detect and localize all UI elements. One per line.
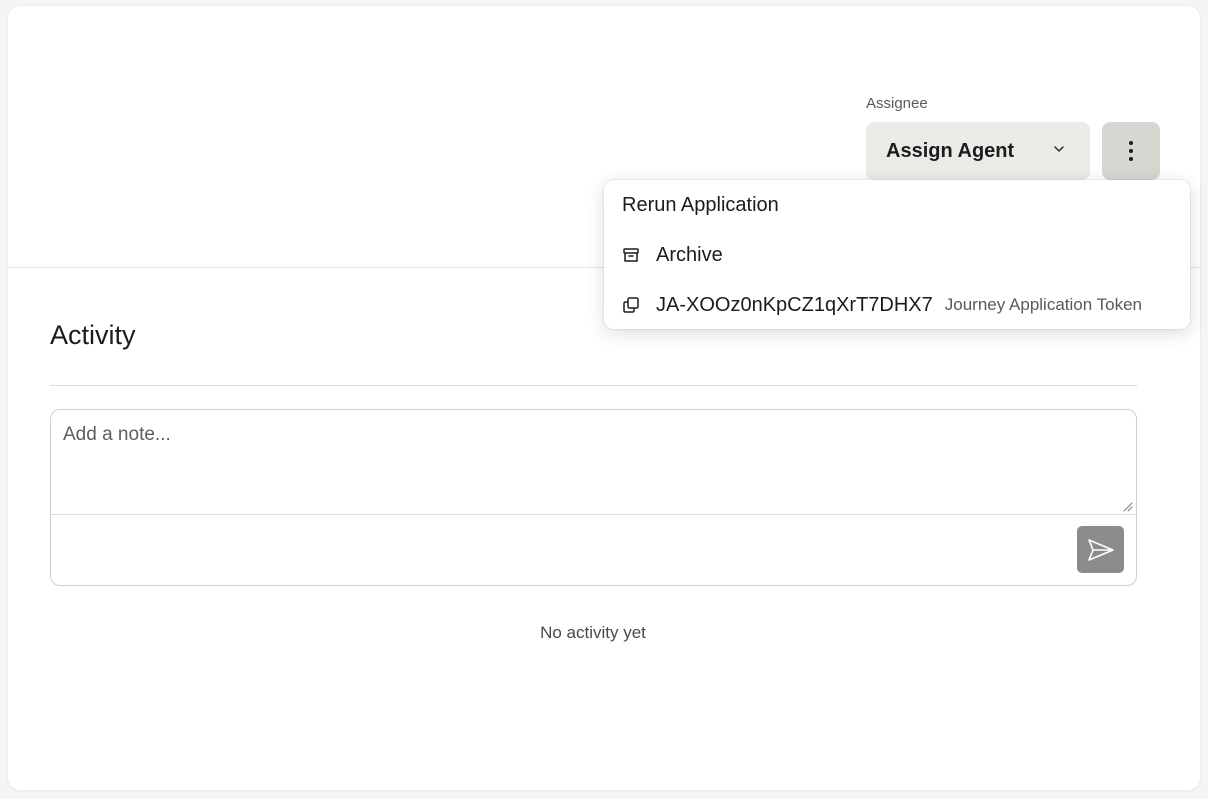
token-caption: Journey Application Token	[944, 295, 1142, 314]
copy-icon	[623, 297, 639, 313]
archive-label: Archive	[656, 243, 723, 266]
note-divider	[51, 514, 1136, 515]
activity-title: Activity	[50, 320, 136, 350]
assignee-label: Assignee	[866, 95, 928, 112]
archive-icon	[623, 248, 639, 262]
activity-divider	[50, 385, 1137, 386]
send-icon	[1087, 538, 1114, 561]
assign-agent-label: Assign Agent	[886, 139, 1015, 162]
menu-item-copy-token[interactable]: JA-XOOz0nKpCZ1qXrT7DHX7 Journey Applicat…	[604, 283, 1190, 327]
note-composer	[50, 409, 1137, 586]
send-note-button[interactable]	[1077, 526, 1124, 573]
note-input[interactable]	[51, 410, 1136, 514]
assign-agent-button[interactable]: Assign Agent	[866, 122, 1090, 180]
token-value: JA-XOOz0nKpCZ1qXrT7DHX7	[656, 293, 933, 316]
actions-dropdown-menu: Rerun Application Archive JA-XOOz0nKpCZ1…	[604, 180, 1190, 329]
more-actions-button[interactable]	[1102, 122, 1160, 180]
application-panel: Assignee Assign Agent Activity No activi…	[8, 6, 1200, 790]
menu-item-rerun-application[interactable]: Rerun Application	[604, 183, 1190, 227]
menu-item-archive[interactable]: Archive	[604, 233, 1190, 277]
chevron-down-icon	[1054, 146, 1064, 152]
more-vertical-icon	[1129, 141, 1133, 161]
rerun-application-label: Rerun Application	[622, 193, 779, 216]
empty-activity-text: No activity yet	[540, 623, 646, 642]
resize-handle-icon[interactable]	[1121, 500, 1133, 512]
